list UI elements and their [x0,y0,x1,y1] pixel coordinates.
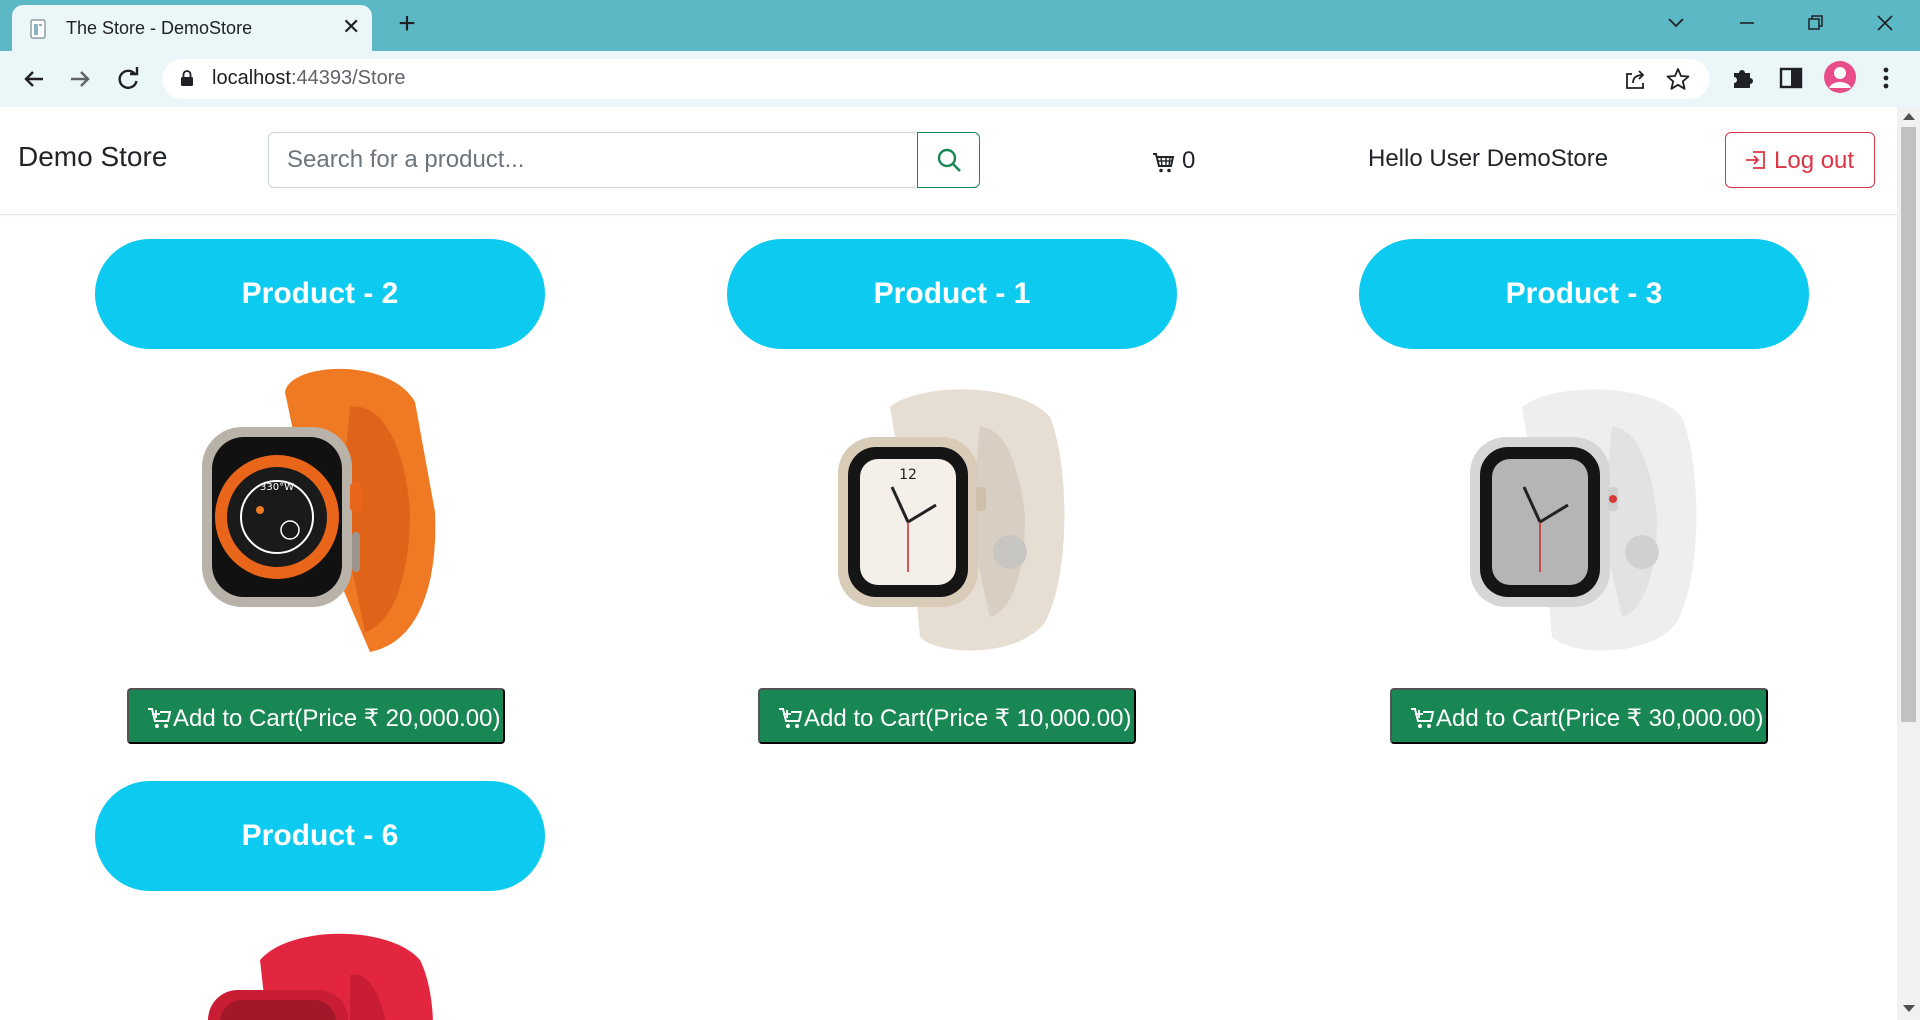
add-to-cart-button[interactable]: Add to Cart(Price ₹ 10,000.00) [758,688,1136,744]
page-content: Demo Store 0 Hello User DemoStore [0,107,1897,1020]
new-tab-icon[interactable]: + [392,9,422,39]
url-text[interactable]: localhost:44393/Store [212,67,405,90]
cart-plus-icon [148,708,172,728]
tab-search-chevron-icon[interactable] [1656,6,1696,40]
search-input[interactable] [268,132,916,188]
product-image-orange-watch[interactable]: 330°W [190,362,450,662]
reload-icon[interactable] [112,63,144,95]
page-scrollbar[interactable] [1897,107,1920,1020]
browser-tab-strip: The Store - DemoStore ✕ + [0,0,1920,51]
scrollbar-thumb[interactable] [1901,127,1916,722]
profile-avatar[interactable] [1824,61,1856,93]
search-button[interactable] [917,132,980,188]
minimize-icon[interactable] [1727,6,1767,40]
tab-title: The Store - DemoStore [66,18,253,38]
add-to-cart-label: Add to Cart(Price ₹ 20,000.00) [173,705,501,732]
logout-label: Log out [1774,147,1855,174]
add-to-cart-label: Add to Cart(Price ₹ 30,000.00) [1436,705,1764,732]
product-title: Product - 1 [727,239,1177,349]
browser-tab[interactable]: The Store - DemoStore ✕ [12,5,372,51]
browser-menu-kebab-icon[interactable] [1872,64,1900,92]
product-title: Product - 2 [95,239,545,349]
product-image-red-watch[interactable] [200,930,440,1020]
product-image-silver-watch[interactable] [1462,387,1702,657]
address-bar[interactable]: localhost:44393/Store [162,59,1710,99]
logout-icon [1746,151,1765,169]
lock-icon[interactable] [180,69,194,87]
page-favicon-icon [30,19,46,39]
scroll-up-arrow-icon[interactable] [1903,113,1915,120]
add-to-cart-button[interactable]: Add to Cart(Price ₹ 20,000.00) [127,688,505,744]
product-title: Product - 3 [1359,239,1809,349]
search-icon [937,148,961,172]
tab-close-icon[interactable]: ✕ [342,16,360,38]
cart-link[interactable]: 0 [1152,147,1232,177]
profile-person-icon [1829,67,1851,88]
cart-icon [1153,153,1175,173]
site-navbar: Demo Store 0 Hello User DemoStore [0,107,1897,215]
back-arrow-icon[interactable] [18,63,50,95]
add-to-cart-button[interactable]: Add to Cart(Price ₹ 30,000.00) [1390,688,1768,744]
extensions-puzzle-icon[interactable] [1729,64,1757,92]
forward-arrow-icon[interactable] [64,63,96,95]
svg-text:330°W: 330°W [260,482,294,493]
add-to-cart-label: Add to Cart(Price ₹ 10,000.00) [804,705,1132,732]
product-title: Product - 6 [95,781,545,891]
cart-count: 0 [1182,147,1196,174]
bookmark-star-icon[interactable] [1665,66,1691,92]
restore-icon[interactable] [1796,6,1836,40]
scroll-down-arrow-icon[interactable] [1903,1005,1915,1012]
browser-toolbar: localhost:44393/Store [0,51,1920,107]
product-image-starlight-watch[interactable]: 12 [830,387,1070,657]
user-greeting: Hello User DemoStore [1368,145,1609,172]
cart-plus-icon [1411,708,1435,728]
logout-button[interactable]: Log out [1725,132,1875,188]
svg-text:12: 12 [899,467,917,483]
brand-link[interactable]: Demo Store [18,141,167,173]
side-panel-icon[interactable] [1777,64,1805,92]
share-icon[interactable] [1622,66,1648,92]
window-close-icon[interactable] [1865,6,1905,40]
cart-plus-icon [779,708,803,728]
